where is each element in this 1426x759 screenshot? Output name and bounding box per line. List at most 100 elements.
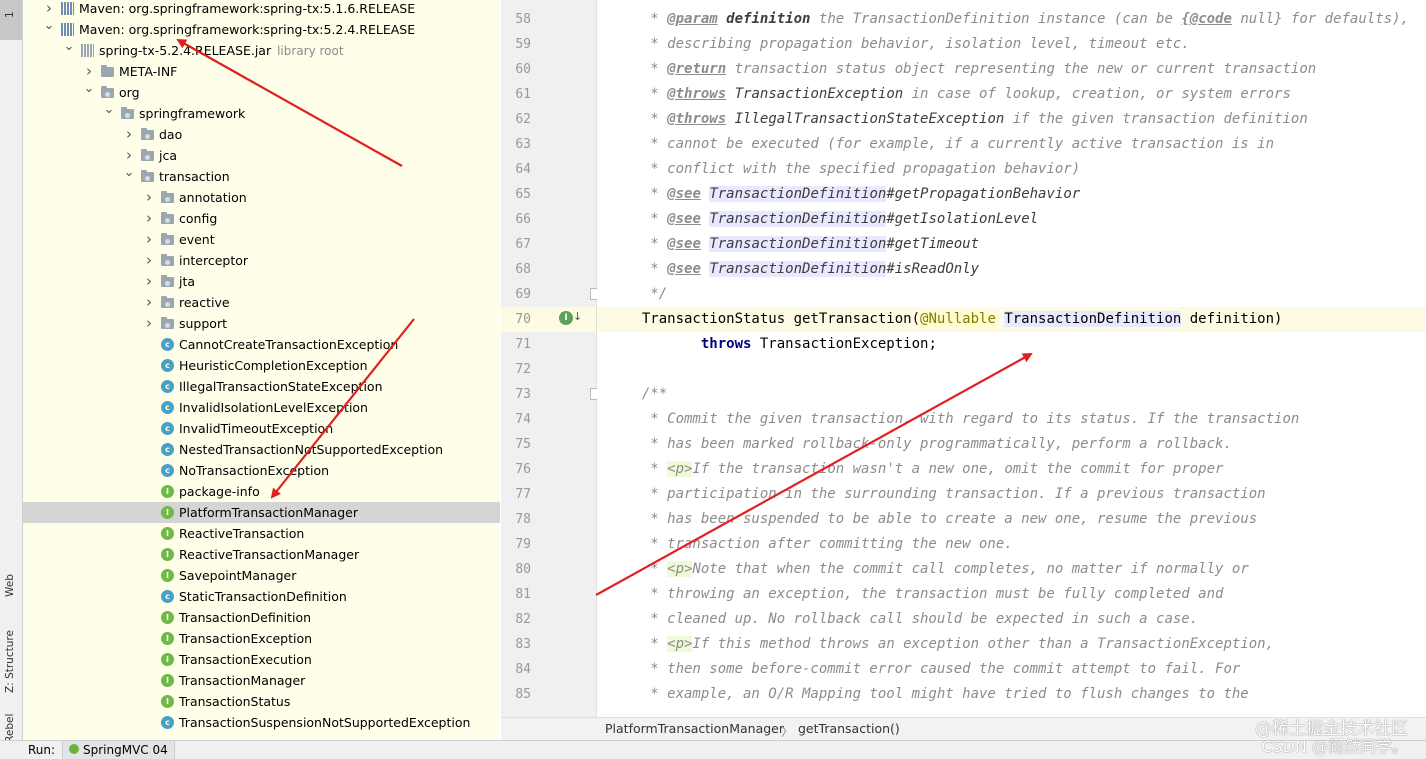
tree-node-label: support [179, 313, 227, 334]
web-tool-tab[interactable]: Web [0, 555, 22, 600]
tree-node-label: Maven: org.springframework:spring-tx:5.1… [79, 0, 415, 19]
code-line[interactable]: throws TransactionException; [597, 332, 1426, 357]
chevron-down-icon[interactable]: ⌄ [103, 103, 115, 124]
tree-node[interactable]: I SavepointManager [23, 565, 500, 586]
tree-node[interactable]: ⌄ spring-tx-5.2.4.RELEASE.jar library root [23, 40, 500, 61]
chevron-right-icon[interactable]: › [143, 292, 155, 313]
code-line[interactable]: * <p>If this method throws an exception … [597, 632, 1426, 657]
chevron-down-icon[interactable]: ⌄ [63, 40, 75, 61]
tree-node[interactable]: I TransactionExecution [23, 649, 500, 670]
tree-node[interactable]: I TransactionStatus [23, 691, 500, 712]
code-line[interactable]: * Commit the given transaction, with reg… [597, 407, 1426, 432]
tree-node[interactable]: › annotation [23, 187, 500, 208]
structure-tool-tab[interactable]: Z: Structure [0, 615, 22, 700]
code-line[interactable]: /** [597, 382, 1426, 407]
code-line[interactable]: */ [597, 282, 1426, 307]
line-number: 82 [515, 612, 531, 627]
tree-node[interactable]: I TransactionDefinition [23, 607, 500, 628]
tree-node[interactable]: c NoTransactionException [23, 460, 500, 481]
code-line[interactable]: * then some before-commit error caused t… [597, 657, 1426, 682]
code-line[interactable]: * <p>If the transaction wasn't a new one… [597, 457, 1426, 482]
tree-node[interactable]: › reactive [23, 292, 500, 313]
code-line[interactable]: * example, an O/R Mapping tool might hav… [597, 682, 1426, 707]
tree-node[interactable]: c TransactionSuspensionNotSupportedExcept… [23, 712, 500, 733]
chevron-right-icon[interactable]: › [143, 313, 155, 334]
project-tool-tab[interactable]: 1 [0, 0, 22, 40]
code-line[interactable]: * cannot be executed (for example, if a … [597, 132, 1426, 157]
line-number: 62 [515, 112, 531, 127]
chevron-down-icon[interactable]: ⌄ [123, 166, 135, 187]
chevron-right-icon[interactable]: › [83, 61, 95, 82]
tree-node[interactable]: › jta [23, 271, 500, 292]
run-config-tab[interactable]: SpringMVC 04 [62, 741, 175, 759]
code-line[interactable]: * transaction after committing the new o… [597, 532, 1426, 557]
code-line[interactable]: * @see TransactionDefinition#getIsolatio… [597, 207, 1426, 232]
chevron-down-icon[interactable]: ⌄ [83, 82, 95, 103]
tree-node[interactable]: I PlatformTransactionManager [23, 502, 500, 523]
tree-node[interactable]: › jca [23, 145, 500, 166]
code-line[interactable]: * @param definition the TransactionDefin… [597, 7, 1426, 32]
code-token: * transaction after committing the new o… [625, 536, 1013, 552]
tree-node[interactable]: › config [23, 208, 500, 229]
tree-node[interactable]: c NestedTransactionNotSupportedException [23, 439, 500, 460]
code-line[interactable]: * @throws TransactionException in case o… [597, 82, 1426, 107]
chevron-right-icon[interactable]: › [123, 124, 135, 145]
tree-node[interactable]: c IllegalTransactionStateException [23, 376, 500, 397]
code-editor[interactable]: * @param definition the TransactionDefin… [597, 0, 1426, 717]
code-line[interactable]: TransactionStatus getTransaction(@Nullab… [597, 307, 1426, 332]
code-line[interactable]: * describing propagation behavior, isola… [597, 32, 1426, 57]
tree-node[interactable]: › Maven: org.springframework:spring-tx:5.… [23, 0, 500, 19]
tree-node[interactable]: › META-INF [23, 61, 500, 82]
tree-node[interactable]: c StaticTransactionDefinition [23, 586, 500, 607]
chevron-right-icon[interactable]: › [143, 187, 155, 208]
tree-node[interactable]: ⌄ Maven: org.springframework:spring-tx:5.… [23, 19, 500, 40]
code-line[interactable]: * @return transaction status object repr… [597, 57, 1426, 82]
tree-node[interactable]: I ReactiveTransaction [23, 523, 500, 544]
tree-node[interactable]: I ReactiveTransactionManager [23, 544, 500, 565]
chevron-right-icon[interactable]: › [123, 145, 135, 166]
code-line[interactable]: * <p>Note that when the commit call comp… [597, 557, 1426, 582]
code-line[interactable] [597, 357, 1426, 382]
tree-node[interactable]: › support [23, 313, 500, 334]
tree-node[interactable]: Ipackage-info [23, 481, 500, 502]
code-line[interactable]: * @see TransactionDefinition#isReadOnly [597, 257, 1426, 282]
code-line[interactable]: * @throws IllegalTransactionStateExcepti… [597, 107, 1426, 132]
tree-node[interactable]: › interceptor [23, 250, 500, 271]
tree-node[interactable]: c InvalidIsolationLevelException [23, 397, 500, 418]
tree-node-text: TransactionException [179, 631, 313, 646]
class-icon: c [161, 338, 174, 351]
tree-node[interactable]: c InvalidTimeoutException [23, 418, 500, 439]
code-line[interactable]: * @see TransactionDefinition#getTimeout [597, 232, 1426, 257]
tree-node[interactable]: I TransactionException [23, 628, 500, 649]
package-icon [161, 296, 174, 308]
tree-node[interactable]: ⌄ springframework [23, 103, 500, 124]
implementations-gutter-icon[interactable]: I [559, 311, 573, 325]
code-line[interactable]: * throwing an exception, the transaction… [597, 582, 1426, 607]
code-token: IllegalTransactionStateException [734, 111, 1005, 127]
tree-node[interactable]: c CannotCreateTransactionException [23, 334, 500, 355]
chevron-right-icon[interactable]: › [143, 229, 155, 250]
chevron-right-icon[interactable]: › [143, 271, 155, 292]
code-line[interactable]: * has been suspended to be able to creat… [597, 507, 1426, 532]
breadcrumb-class[interactable]: PlatformTransactionManager [605, 721, 784, 736]
code-line[interactable]: * participation in the surrounding trans… [597, 482, 1426, 507]
tree-node[interactable]: ⌄ org [23, 82, 500, 103]
chevron-right-icon[interactable]: › [43, 0, 55, 19]
code-token: * [625, 111, 668, 127]
code-line[interactable]: * cleaned up. No rollback call should be… [597, 607, 1426, 632]
jrebel-tool-tab[interactable]: JRebel [0, 712, 22, 746]
chevron-right-icon[interactable]: › [143, 250, 155, 271]
code-line[interactable]: * @see TransactionDefinition#getPropagat… [597, 182, 1426, 207]
tree-node[interactable]: › event [23, 229, 500, 250]
tree-node[interactable]: c HeuristicCompletionException [23, 355, 500, 376]
tree-node[interactable]: I TransactionManager [23, 670, 500, 691]
chevron-down-icon[interactable]: ⌄ [43, 19, 55, 40]
code-line[interactable]: * has been marked rollback-only programm… [597, 432, 1426, 457]
line-number: 76 [515, 462, 531, 477]
chevron-right-icon[interactable]: › [143, 208, 155, 229]
code-line[interactable]: * conflict with the specified propagatio… [597, 157, 1426, 182]
breadcrumb-method[interactable]: getTransaction() [798, 721, 900, 736]
tree-node[interactable]: › dao [23, 124, 500, 145]
code-token: #isReadOnly [886, 261, 980, 277]
tree-node[interactable]: ⌄ transaction [23, 166, 500, 187]
